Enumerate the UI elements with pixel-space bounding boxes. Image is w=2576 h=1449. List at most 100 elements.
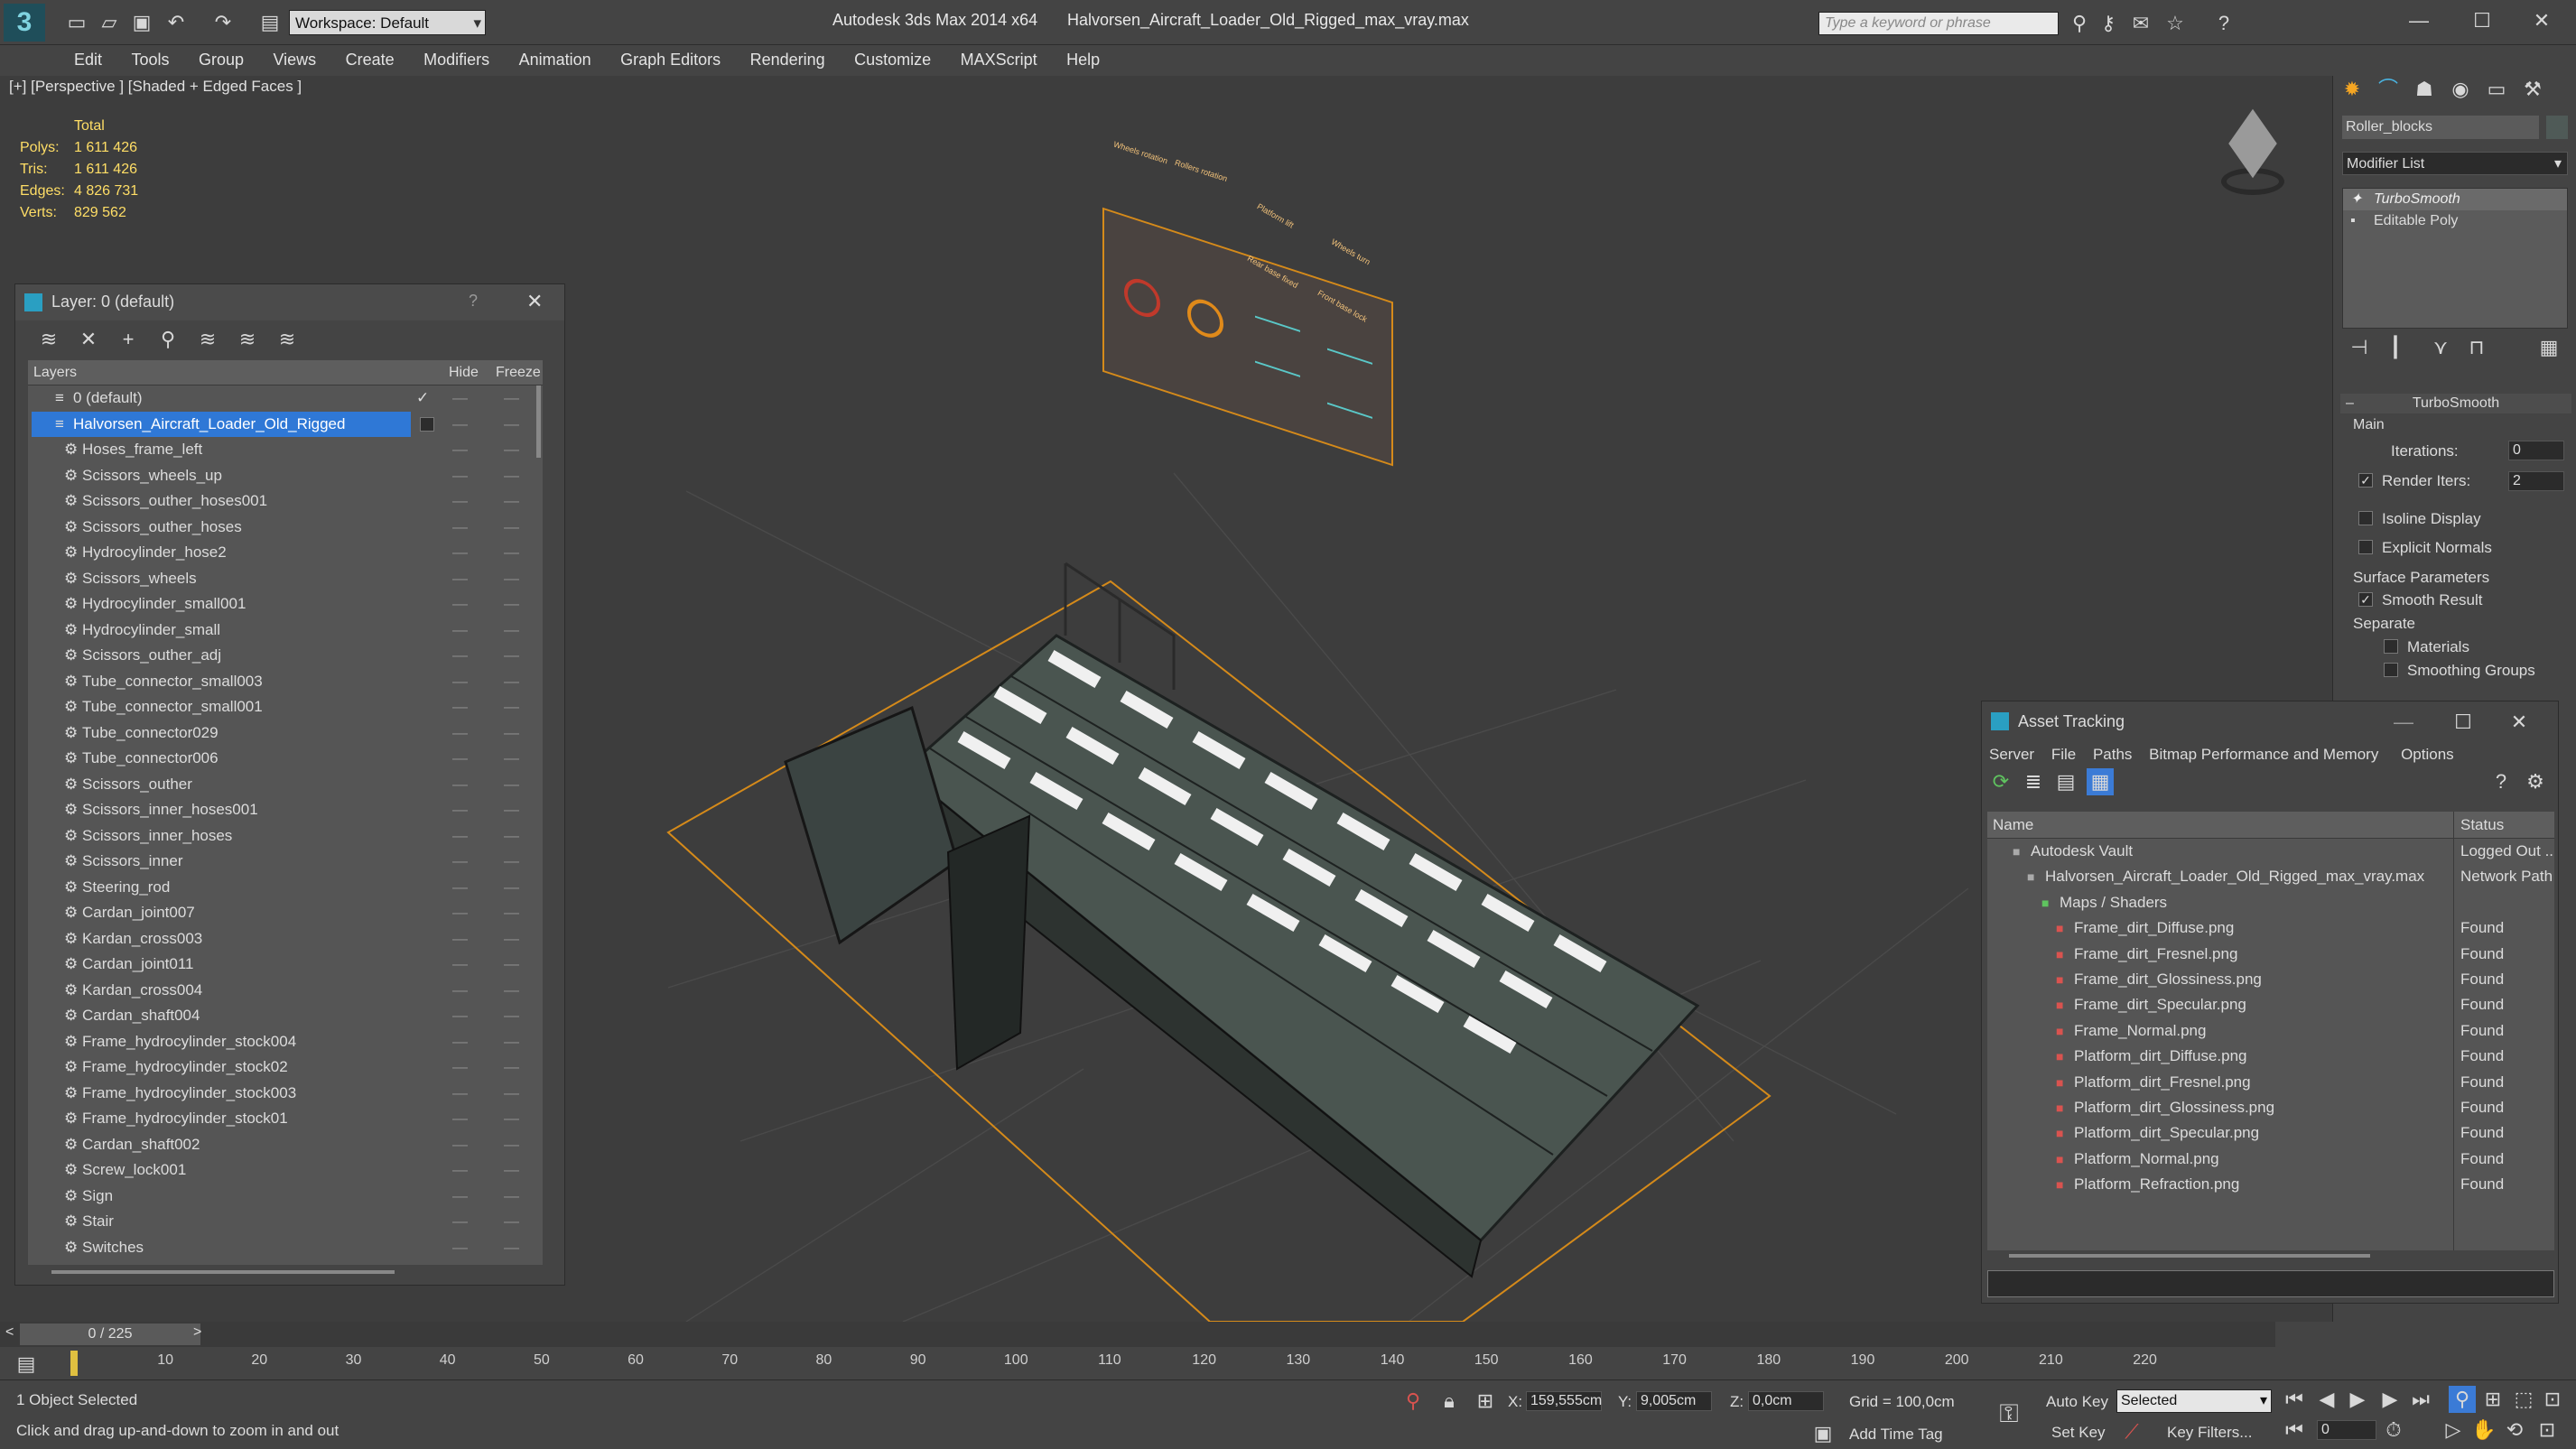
layer-object-row[interactable]: ⚙ Screw_lock001 — —	[28, 1157, 543, 1184]
menu-paths[interactable]: Paths	[2093, 746, 2132, 763]
utilities-tab-icon[interactable]: ⚒	[2519, 76, 2546, 103]
layer-object-row[interactable]: ⚙ Kardan_cross003 — —	[28, 926, 543, 952]
freeze-toggle[interactable]: —	[504, 823, 519, 849]
modifier-stack-item[interactable]: ▪ Editable Poly	[2343, 210, 2567, 232]
time-slider[interactable]: < 0 / 225 >	[0, 1322, 2275, 1347]
absolute-mode-icon[interactable]: ⊞	[1472, 1388, 1499, 1415]
freeze-toggle[interactable]: —	[504, 926, 519, 952]
track-bar[interactable]: ▤ 10 20 30 40 50 60 70 80 90 100 110 120 130 140 150 16…	[0, 1347, 2275, 1379]
lightbulb-icon[interactable]: ✦	[2350, 189, 2362, 210]
layer-hscrollbar[interactable]	[51, 1270, 395, 1274]
hide-toggle[interactable]: —	[452, 488, 468, 514]
dialog-close-icon[interactable]: ✕	[526, 290, 543, 313]
hide-toggle[interactable]: —	[452, 978, 468, 1003]
layer-object-row[interactable]: ⚙ Scissors_inner_hoses — —	[28, 823, 543, 850]
modifier-list-dropdown[interactable]: Modifier List ▾	[2342, 152, 2568, 175]
prev-frame-icon[interactable]: ◀︎	[2313, 1386, 2340, 1413]
pan-icon[interactable]: ✋	[2470, 1416, 2497, 1444]
freeze-toggle[interactable]: —	[504, 978, 519, 1003]
orbit-icon[interactable]: ⟲	[2501, 1416, 2528, 1444]
time-config-icon[interactable]: ⏱	[2380, 1416, 2407, 1444]
menu-customize[interactable]: Customize	[842, 45, 944, 75]
freeze-toggle[interactable]: —	[504, 669, 519, 694]
layer-object-row[interactable]: ⚙ Frame_hydrocylinder_stock003 — —	[28, 1081, 543, 1107]
freeze-toggle[interactable]: —	[504, 746, 519, 771]
layer-object-row[interactable]: ⚙ Hydrocylinder_small — —	[28, 618, 543, 644]
asset-table[interactable]: Name Status ■ Autodesk Vault Logged Out ..…	[1987, 812, 2554, 1250]
layer-row-default[interactable]: ≡ 0 (default) ✓ — —	[28, 385, 543, 412]
freeze-toggle[interactable]: —	[504, 875, 519, 900]
layer-object-row[interactable]: ⚙ Hoses_frame_left — —	[28, 437, 543, 463]
make-unique-icon[interactable]: ⋎	[2427, 334, 2454, 361]
freeze-toggle[interactable]: —	[504, 1132, 519, 1157]
freeze-toggle[interactable]: —	[504, 1054, 519, 1080]
menu-group[interactable]: Group	[186, 45, 256, 75]
highlight-selected-icon[interactable]: ≋	[194, 326, 221, 353]
layer-object-row[interactable]: ⚙ Hydrocylinder_small001 — —	[28, 591, 543, 618]
hide-toggle[interactable]: —	[452, 797, 468, 822]
freeze-toggle[interactable]: —	[504, 952, 519, 977]
close-icon[interactable]: ✕	[2506, 709, 2533, 736]
layer-object-row[interactable]: ⚙ Steering_rod — —	[28, 875, 543, 901]
time-slider-thumb[interactable]: 0 / 225	[20, 1324, 200, 1345]
zoom-extents-all-icon[interactable]: ⊡	[2539, 1386, 2566, 1413]
layer-object-row[interactable]: ⚙ Scissors_outher — —	[28, 772, 543, 798]
hide-toggle[interactable]: —	[452, 952, 468, 977]
save-file-icon[interactable]: ▣	[128, 9, 155, 36]
current-layer-box[interactable]	[420, 416, 434, 432]
hide-toggle[interactable]: —	[452, 1132, 468, 1157]
minimize-icon[interactable]: —	[2405, 7, 2432, 34]
goto-end-icon[interactable]: ⏭	[2407, 1386, 2434, 1413]
menu-rendering[interactable]: Rendering	[738, 45, 838, 75]
hide-toggle[interactable]: —	[452, 1209, 468, 1234]
lock-selection-icon[interactable]: 🔒︎	[1436, 1388, 1463, 1415]
hierarchy-tab-icon[interactable]: ☗	[2411, 76, 2438, 103]
layer-object-row[interactable]: ⚙ Scissors_outher_adj — —	[28, 643, 543, 669]
modify-tab-icon[interactable]: ⌒	[2375, 76, 2402, 103]
freeze-toggle[interactable]: —	[504, 900, 519, 925]
hide-toggle[interactable]: —	[452, 618, 468, 643]
freeze-toggle[interactable]: —	[504, 463, 519, 488]
time-tag-icon[interactable]: ▣	[1809, 1420, 1837, 1447]
hide-toggle[interactable]: —	[452, 643, 468, 668]
zoom-icon[interactable]: ⚲	[2449, 1386, 2476, 1413]
search-box[interactable]: Type a keyword or phrase	[1818, 12, 2059, 35]
mini-curve-editor-icon[interactable]: ▤	[13, 1351, 40, 1378]
hide-toggle[interactable]: —	[452, 437, 468, 462]
menu-graph-editors[interactable]: Graph Editors	[608, 45, 733, 75]
hide-toggle[interactable]: —	[452, 463, 468, 488]
binoculars-icon[interactable]: ⚲	[2066, 10, 2093, 37]
modifier-stack[interactable]: ✦ TurboSmooth ▪ Editable Poly	[2342, 188, 2568, 329]
show-end-result-icon[interactable]: ┃	[2382, 334, 2409, 361]
hide-toggle[interactable]: —	[452, 1157, 468, 1183]
key-mode-icon[interactable]: ⏮	[2281, 1416, 2308, 1444]
hide-toggle[interactable]: —	[452, 1184, 468, 1209]
create-layer-icon[interactable]: ≋	[35, 326, 62, 353]
layer-object-row[interactable]: ⚙ Tube_connector_small003 — —	[28, 669, 543, 695]
display-tab-icon[interactable]: ▭	[2483, 76, 2510, 103]
asset-row[interactable]: ■ Autodesk Vault Logged Out ...	[1987, 839, 2554, 864]
asset-row[interactable]: ■ Platform_dirt_Diffuse.png Found	[1987, 1044, 2554, 1069]
layer-object-row[interactable]: ⚙ Scissors_wheels — —	[28, 566, 543, 592]
layer-object-row[interactable]: ⚙ Frame_hydrocylinder_stock01 — —	[28, 1106, 543, 1132]
hide-toggle[interactable]: —	[452, 1029, 468, 1054]
close-icon[interactable]: ✕	[2528, 7, 2555, 34]
play-icon[interactable]: ▶︎	[2344, 1386, 2371, 1413]
col-freeze[interactable]: Freeze	[496, 360, 541, 385]
layer-object-row[interactable]: ⚙ Scissors_inner_hoses001 — —	[28, 797, 543, 823]
hide-toggle[interactable]: —	[452, 669, 468, 694]
set-key-button[interactable]: Set Key	[2051, 1424, 2106, 1442]
isolate-icon[interactable]: ⚲	[1400, 1388, 1427, 1415]
time-slider-next-icon[interactable]: >	[193, 1324, 201, 1341]
asset-row[interactable]: ■ Frame_dirt_Specular.png Found	[1987, 992, 2554, 1017]
layer-object-row[interactable]: ⚙ Cardan_shaft004 — —	[28, 1003, 543, 1029]
freeze-toggle[interactable]: —	[504, 1029, 519, 1054]
asset-row[interactable]: ■ Platform_dirt_Specular.png Found	[1987, 1120, 2554, 1146]
dialog-help-button[interactable]: ?	[469, 292, 478, 311]
layer-row-selected[interactable]: ≡ Halvorsen_Aircraft_Loader_Old_Rigged — —	[32, 411, 543, 438]
menu-options[interactable]: Options	[2401, 746, 2454, 763]
object-name-field[interactable]: Roller_blocks	[2342, 116, 2539, 139]
hide-toggle[interactable]: —	[452, 1054, 468, 1080]
thumbnail-view-icon[interactable]: ▤	[2052, 768, 2079, 795]
key-set-dropdown[interactable]: Selected ▾	[2116, 1389, 2272, 1413]
